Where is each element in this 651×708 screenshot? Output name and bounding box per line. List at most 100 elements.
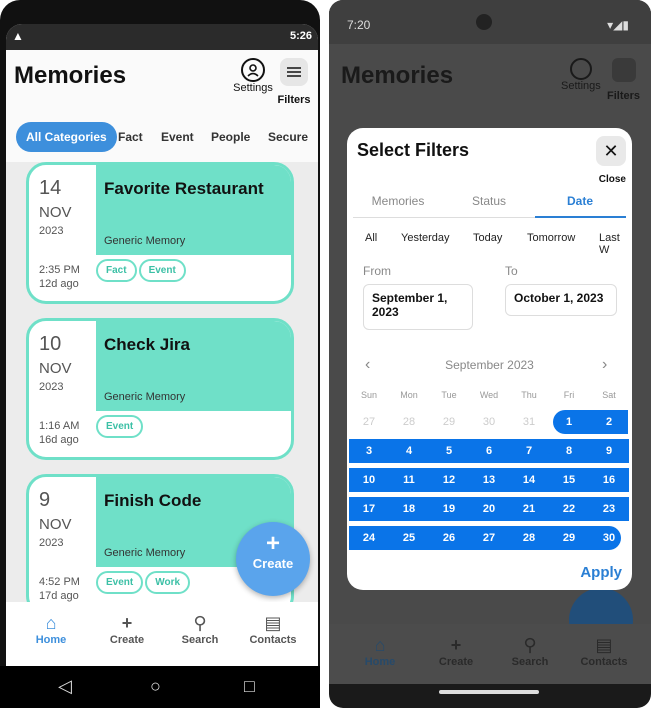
filters-button[interactable]: Filters [274, 58, 314, 106]
card-clock: 2:35 PM [39, 264, 80, 276]
tab-event[interactable]: Event [161, 122, 194, 152]
settings-button[interactable]: Settings [228, 58, 278, 94]
card-ago: 12d ago [39, 278, 79, 290]
from-date-field[interactable]: September 1, 2023 [363, 284, 473, 330]
nav-create: + Create [421, 634, 491, 668]
recents-icon[interactable]: □ [244, 676, 255, 697]
bottom-nav: ⌂ Home + Create ⚲ Search ▤ Contacts [329, 624, 651, 684]
calendar-day[interactable]: 6 [469, 439, 509, 463]
chip-tag[interactable]: Event [96, 415, 144, 438]
nav-create-label: Create [109, 634, 145, 646]
nav-create[interactable]: + Create [92, 612, 162, 646]
memory-card[interactable]: 10 NOV 2023 Check Jira Generic Memory 1:… [26, 318, 294, 460]
weekday-label: Tue [441, 390, 457, 400]
card-header: Favorite Restaurant Generic Memory [96, 165, 291, 255]
chip-tag[interactable]: Work [145, 571, 191, 594]
calendar-day[interactable]: 15 [549, 468, 589, 492]
calendar-day[interactable]: 27 [349, 410, 389, 434]
card-clock: 4:52 PM [39, 576, 80, 588]
settings-icon [569, 58, 592, 80]
calendar-day[interactable]: 3 [349, 439, 389, 463]
calendar-day[interactable]: 23 [589, 497, 629, 521]
settings-label: Settings [561, 80, 601, 92]
tab-fact[interactable]: Fact [118, 122, 143, 152]
quick-filter-tomorrow[interactable]: Tomorrow [527, 232, 575, 244]
nav-search-label: Search [511, 656, 549, 668]
calendar-day[interactable]: 7 [509, 439, 549, 463]
tab-all-categories[interactable]: All Categories [16, 122, 117, 152]
card-ago: 17d ago [39, 590, 79, 602]
system-nav-bar: ◁ ○ □ [0, 666, 320, 708]
card-title: Finish Code [104, 491, 202, 510]
calendar-day[interactable]: 28 [389, 410, 429, 434]
chevron-right-icon[interactable]: › [602, 356, 607, 374]
calendar-day[interactable]: 30 [589, 526, 629, 550]
calendar-day[interactable]: 17 [349, 497, 389, 521]
calendar-day[interactable]: 16 [589, 468, 629, 492]
back-icon[interactable]: ◁ [58, 676, 72, 697]
home-circle-icon[interactable]: ○ [150, 676, 161, 697]
calendar-day[interactable]: 28 [509, 526, 549, 550]
card-time: 2:35 PM 12d ago [39, 263, 80, 291]
card-day: 9 [39, 489, 51, 511]
calendar-day[interactable]: 31 [509, 410, 549, 434]
nav-search[interactable]: ⚲ Search [165, 612, 235, 646]
calendar-day[interactable]: 18 [389, 497, 429, 521]
calendar-day[interactable]: 4 [389, 439, 429, 463]
card-kind: Generic Memory [104, 547, 186, 559]
calendar-day[interactable]: 9 [589, 439, 629, 463]
weekday-label: Sat [602, 390, 616, 400]
plus-icon: + [265, 530, 280, 557]
to-date-field[interactable]: October 1, 2023 [505, 284, 617, 316]
close-button[interactable]: ✕ [596, 136, 626, 166]
nav-home[interactable]: ⌂ Home [16, 612, 86, 646]
tab-memories[interactable]: Memories [353, 194, 443, 208]
apply-button[interactable]: Apply [580, 564, 622, 581]
calendar-day[interactable]: 1 [549, 410, 589, 434]
to-label: To [505, 264, 518, 278]
calendar-day[interactable]: 20 [469, 497, 509, 521]
close-icon: ✕ [603, 141, 619, 161]
calendar-day[interactable]: 19 [429, 497, 469, 521]
card-ago: 16d ago [39, 434, 79, 446]
gesture-bar[interactable] [439, 690, 539, 694]
nav-contacts[interactable]: ▤ Contacts [238, 612, 308, 646]
tab-date[interactable]: Date [535, 194, 625, 208]
chip-tag[interactable]: Fact [96, 259, 137, 282]
memory-card[interactable]: 14 NOV 2023 Favorite Restaurant Generic … [26, 162, 294, 304]
calendar-day[interactable]: 27 [469, 526, 509, 550]
calendar-day[interactable]: 30 [469, 410, 509, 434]
calendar-day[interactable]: 10 [349, 468, 389, 492]
calendar-day[interactable]: 22 [549, 497, 589, 521]
calendar-day[interactable]: 29 [549, 526, 589, 550]
filter-tabs: Memories Status Date [353, 190, 626, 218]
warning-icon: ▲ [12, 29, 24, 43]
card-month: NOV [39, 204, 72, 221]
create-fab[interactable]: + Create [236, 522, 310, 596]
quick-filter-last-week[interactable]: Last W [599, 232, 632, 256]
calendar-day[interactable]: 29 [429, 410, 469, 434]
tab-indicator [535, 216, 626, 218]
quick-filter-today[interactable]: Today [473, 232, 502, 244]
settings-icon [241, 58, 265, 82]
chip-tag[interactable]: Event [96, 571, 144, 594]
calendar-day[interactable]: 12 [429, 468, 469, 492]
calendar-day[interactable]: 8 [549, 439, 589, 463]
quick-filter-all[interactable]: All [365, 232, 377, 244]
calendar-day[interactable]: 24 [349, 526, 389, 550]
quick-filter-yesterday[interactable]: Yesterday [401, 232, 450, 244]
card-chips: Event Work [96, 571, 192, 594]
tab-people[interactable]: People [211, 122, 250, 152]
chip-tag[interactable]: Event [138, 259, 186, 282]
tab-secure[interactable]: Secure [268, 122, 308, 152]
calendar-day[interactable]: 21 [509, 497, 549, 521]
calendar-day[interactable]: 13 [469, 468, 509, 492]
calendar-day[interactable]: 2 [589, 410, 629, 434]
calendar-day[interactable]: 25 [389, 526, 429, 550]
calendar-day[interactable]: 5 [429, 439, 469, 463]
card-time: 4:52 PM 17d ago [39, 575, 80, 602]
calendar-day[interactable]: 14 [509, 468, 549, 492]
calendar-day[interactable]: 26 [429, 526, 469, 550]
tab-status[interactable]: Status [444, 194, 534, 208]
calendar-day[interactable]: 11 [389, 468, 429, 492]
